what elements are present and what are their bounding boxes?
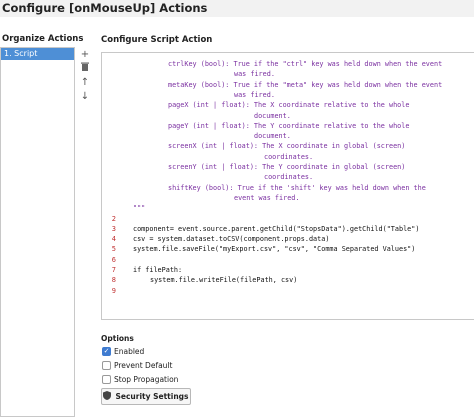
code-text: """	[133, 204, 146, 213]
script-editor[interactable]: ctrlKey (bool): True if the "ctrl" key w…	[101, 52, 474, 320]
code-line: pageX (int | float): The X coordinate re…	[102, 100, 474, 110]
code-line: document.	[102, 111, 474, 121]
code-line: pageY (int | float): The Y coordinate re…	[102, 121, 474, 131]
code-text: event was fired.	[234, 193, 300, 202]
code-line: document.	[102, 131, 474, 141]
move-up-icon[interactable]: ↑	[78, 76, 92, 90]
line-number: 3	[111, 224, 116, 233]
organize-actions-header: Organize Actions	[2, 34, 84, 44]
stop-propagation-checkbox[interactable]	[102, 374, 111, 384]
code-text: pageX (int | float): The X coordinate re…	[168, 101, 410, 110]
code-text: if filePath:	[133, 266, 183, 274]
code-line: 3 component= event.source.parent.getChild…	[102, 224, 474, 234]
stop-propagation-option[interactable]: Stop Propagation	[102, 373, 178, 385]
code-text: pageY (int | float): The Y coordinate re…	[168, 121, 410, 130]
code-text: metaKey (bool): True if the "meta" key w…	[168, 80, 443, 89]
line-number: 5	[111, 245, 116, 254]
code-text: was fired.	[234, 70, 275, 79]
code-text: screenY (int | float): The Y coordinate …	[168, 163, 406, 171]
code-line: 7 if filePath:	[102, 265, 474, 275]
code-line: shiftKey (bool): True if the 'shift' key…	[102, 183, 474, 193]
code-line: 5 system.file.saveFile("myExport.csv", "c…	[102, 244, 474, 254]
code-text: component= event.source.parent.getChild(…	[133, 224, 420, 233]
options-header: Options	[101, 334, 134, 343]
add-icon[interactable]: +	[78, 48, 92, 62]
code-line: 8 system.file.writeFile(filePath, csv)	[102, 275, 474, 285]
action-toolbar: + ↑ ↓	[78, 48, 92, 104]
code-line: """	[102, 203, 474, 213]
delete-icon[interactable]	[78, 62, 92, 76]
line-number: 2	[111, 214, 116, 223]
code-line: 6	[102, 255, 474, 265]
line-number: 8	[111, 276, 116, 285]
code-line: ctrlKey (bool): True if the "ctrl" key w…	[102, 59, 474, 69]
code-text: coordinates.	[264, 152, 314, 161]
prevent-default-label: Prevent Default	[114, 360, 173, 370]
code-line: coordinates.	[102, 152, 474, 162]
security-settings-button[interactable]: Security Settings	[101, 388, 191, 405]
code-text: ctrlKey (bool): True if the "ctrl" key w…	[168, 60, 443, 68]
prevent-default-checkbox[interactable]	[102, 360, 111, 370]
security-settings-label: Security Settings	[115, 392, 189, 401]
dialog-title: Configure [onMouseUp] Actions	[0, 0, 474, 17]
organize-actions-panel: Organize Actions 1. Script	[0, 33, 84, 417]
line-number: 4	[111, 235, 116, 244]
code-line: screenY (int | float): The Y coordinate …	[102, 162, 474, 172]
code-line: was fired.	[102, 90, 474, 100]
prevent-default-option[interactable]: Prevent Default	[102, 359, 172, 371]
action-item-script[interactable]: 1. Script	[1, 48, 74, 60]
code-line: was fired.	[102, 69, 474, 79]
code-line: 9	[102, 286, 474, 296]
enabled-checkbox[interactable]: ✓	[102, 346, 111, 356]
code-text: csv = system.dataset.toCSV(component.pro…	[133, 235, 330, 244]
stop-propagation-label: Stop Propagation	[114, 374, 179, 384]
code-line: coordinates.	[102, 172, 474, 182]
code-line: event was fired.	[102, 193, 474, 203]
code-text: coordinates.	[264, 173, 314, 182]
code-text: document.	[254, 132, 291, 141]
code-line: 2	[102, 214, 474, 224]
shield-icon	[103, 391, 112, 402]
code-line: metaKey (bool): True if the "meta" key w…	[102, 80, 474, 90]
code-text: was fired.	[234, 90, 275, 99]
line-number: 6	[111, 255, 116, 264]
code-line: screenX (int | float): The X coordinate …	[102, 141, 474, 151]
code-line: 4 csv = system.dataset.toCSV(component.pr…	[102, 234, 474, 244]
enabled-label: Enabled	[114, 346, 145, 356]
code-text: screenX (int | float): The X coordinate …	[168, 142, 406, 151]
code-text: shiftKey (bool): True if the 'shift' key…	[168, 183, 426, 192]
line-number: 9	[111, 286, 116, 295]
move-down-icon[interactable]: ↓	[78, 90, 92, 104]
code-text: document.	[254, 111, 291, 120]
code-text: system.file.writeFile(filePath, csv)	[150, 276, 298, 285]
action-list: 1. Script	[0, 47, 75, 417]
line-number: 7	[111, 266, 116, 274]
enabled-option[interactable]: ✓ Enabled	[102, 345, 144, 357]
code-text: system.file.saveFile("myExport.csv", "cs…	[133, 245, 416, 254]
script-action-header: Configure Script Action	[101, 35, 213, 45]
